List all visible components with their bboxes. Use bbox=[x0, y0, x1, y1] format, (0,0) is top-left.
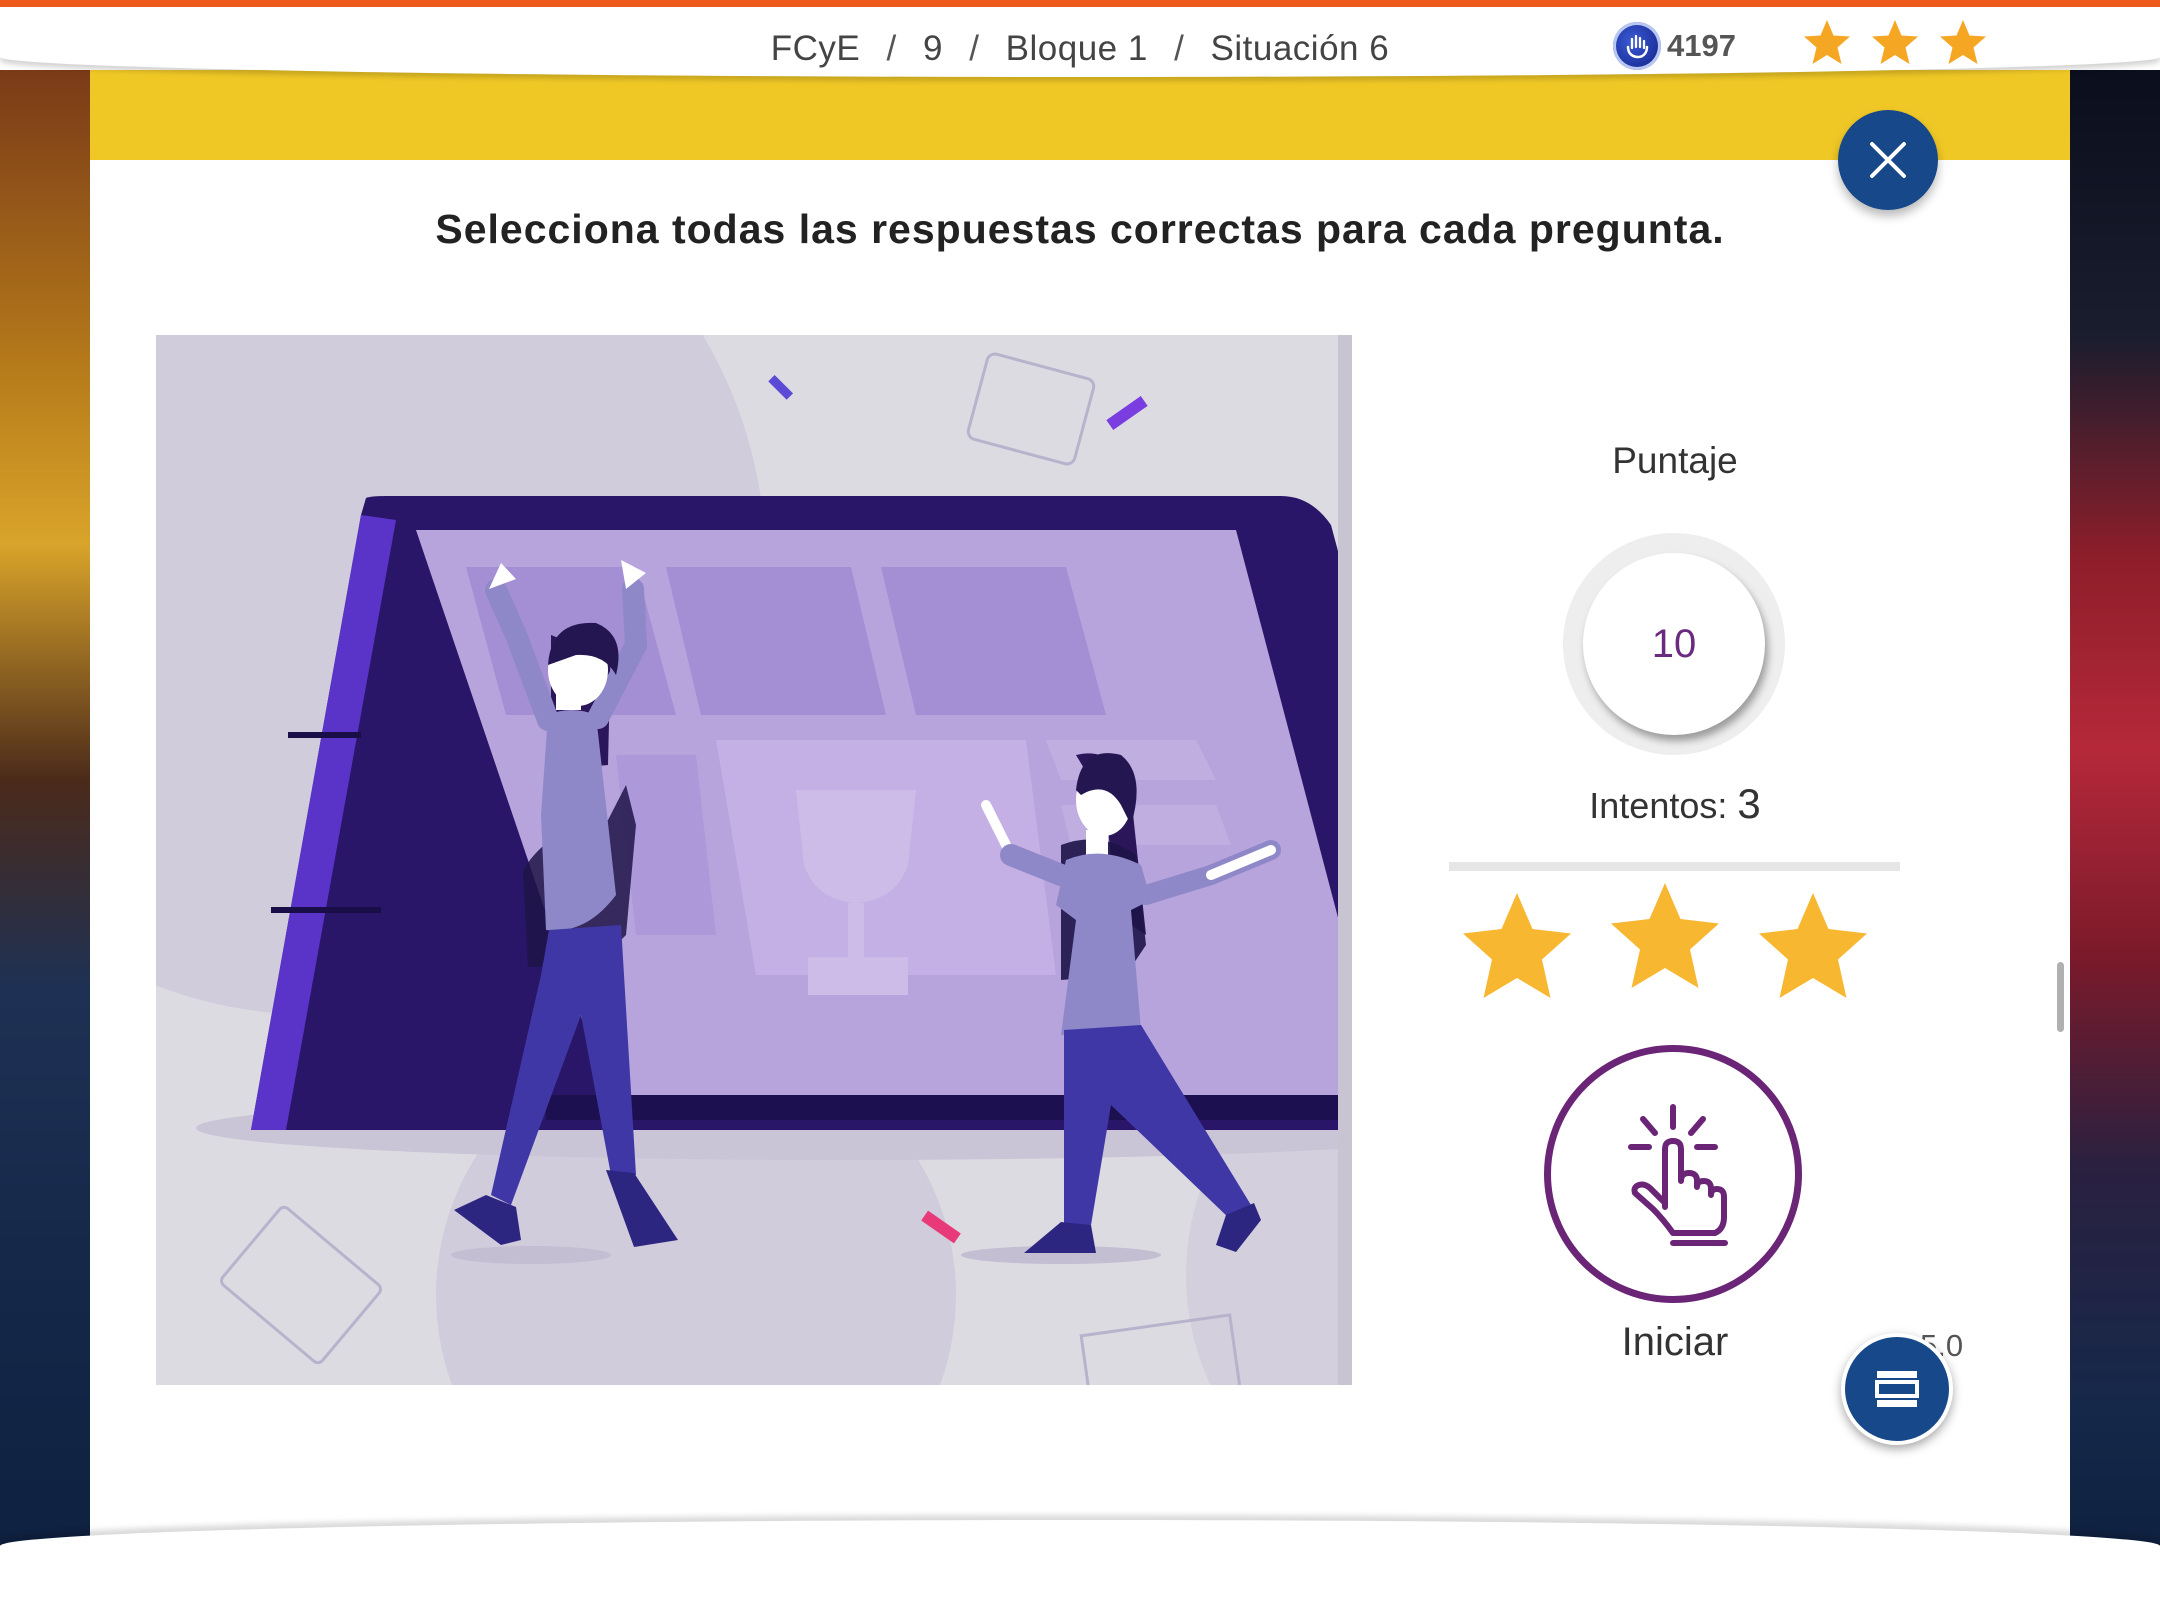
top-header: FCyE / 9 / Bloque 1 / Situación 6 4197 bbox=[0, 7, 2160, 77]
start-label: Iniciar bbox=[1621, 1320, 1729, 1364]
close-icon bbox=[1870, 142, 1906, 178]
score-label: Puntaje bbox=[1612, 440, 1738, 481]
star-icon bbox=[1759, 893, 1867, 998]
attempts-label: Intentos: bbox=[1589, 785, 1728, 826]
breadcrumb-subject[interactable]: FCyE bbox=[771, 29, 861, 69]
bottom-frame bbox=[0, 1520, 2160, 1620]
close-button[interactable] bbox=[1838, 110, 1938, 210]
attempts-value: 3 bbox=[1737, 780, 1761, 827]
breadcrumb-separator: / bbox=[1174, 29, 1185, 68]
celebration-illustration bbox=[156, 335, 1352, 1385]
breadcrumb-separator: / bbox=[969, 29, 980, 68]
activity-star-rating bbox=[1448, 880, 1888, 1020]
attempts-counter: Intentos: 3 bbox=[1480, 780, 1870, 828]
header-star-rating bbox=[1802, 19, 1988, 67]
score-value: 10 bbox=[1583, 553, 1765, 735]
coin-count: 4197 bbox=[1667, 28, 1736, 63]
breadcrumb-grade[interactable]: 9 bbox=[923, 29, 943, 69]
breadcrumb-separator: / bbox=[886, 29, 897, 68]
tap-hand-icon bbox=[1628, 1104, 1728, 1246]
star-icon bbox=[1872, 20, 1918, 64]
menu-button[interactable] bbox=[1841, 1333, 1953, 1445]
score-ring: 10 bbox=[1563, 533, 1785, 755]
hand-coin-icon bbox=[1613, 22, 1661, 70]
coin-counter: 4197 bbox=[1613, 22, 1736, 70]
background-photo-left bbox=[0, 70, 92, 1550]
background-photo-right bbox=[2068, 70, 2160, 1550]
breadcrumb-block[interactable]: Bloque 1 bbox=[1006, 29, 1148, 69]
star-icon bbox=[1463, 893, 1571, 998]
scrollbar-thumb[interactable] bbox=[2057, 962, 2064, 1032]
activity-instruction: Selecciona todas las respuestas correcta… bbox=[435, 206, 1725, 252]
top-accent-line bbox=[0, 0, 2160, 7]
star-icon bbox=[1804, 20, 1850, 64]
breadcrumb-situation: Situación 6 bbox=[1210, 29, 1390, 68]
start-button[interactable] bbox=[1544, 1045, 1802, 1303]
divider bbox=[1449, 862, 1900, 871]
menu-icon bbox=[1875, 1371, 1919, 1407]
star-icon bbox=[1940, 20, 1986, 64]
star-icon bbox=[1611, 883, 1719, 988]
panel-banner bbox=[90, 70, 2070, 160]
